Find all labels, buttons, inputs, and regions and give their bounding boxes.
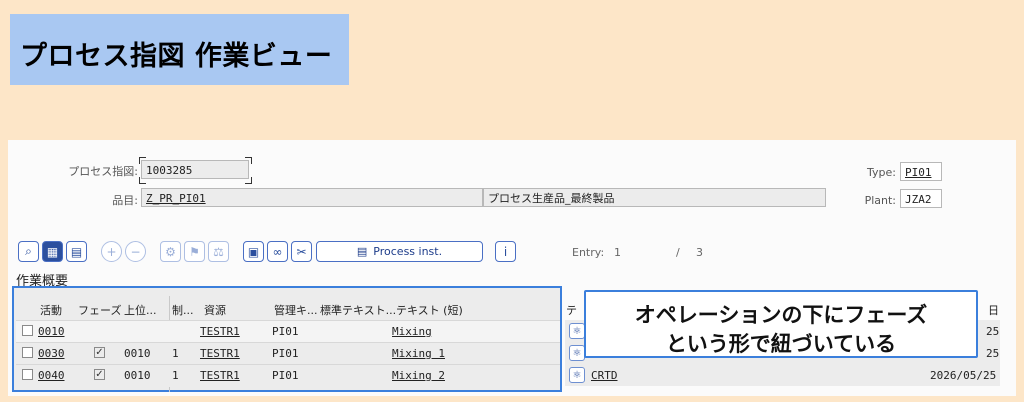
col-activity[interactable]: 活動 — [40, 302, 62, 318]
status-icon-1[interactable]: ⚛ — [569, 323, 585, 339]
row1-date: 25 — [986, 325, 1000, 338]
control-cell: 1 — [172, 347, 179, 360]
resource-cell[interactable]: TESTR1 — [200, 369, 240, 382]
mgmt-key-cell: PI01 — [272, 325, 299, 338]
row3-status[interactable]: CRTD — [591, 369, 618, 382]
order-field[interactable]: 1003285 — [141, 160, 249, 179]
right-header-date: 日 — [988, 304, 999, 317]
row-select-checkbox[interactable] — [22, 369, 33, 380]
flag-icon[interactable]: ⚑ — [184, 241, 205, 262]
material-field[interactable]: Z_PR_PI01 — [141, 188, 483, 207]
mgmt-key-cell: PI01 — [272, 347, 299, 360]
right-header-partial: テ — [566, 304, 577, 317]
overview-icon[interactable]: ▤ — [66, 241, 87, 262]
phase-checkbox: ✓ — [94, 347, 105, 358]
bracket-br — [245, 177, 252, 184]
row-select-checkbox[interactable] — [22, 325, 33, 336]
col-control[interactable]: 制... — [172, 302, 194, 318]
page-title: プロセス指図 作業ビュー — [20, 41, 333, 72]
entry-total: 3 — [696, 246, 703, 259]
activity-cell[interactable]: 0030 — [38, 347, 65, 360]
callout-line-2: という形で紐づいている — [665, 332, 897, 356]
row2-date: 25 — [986, 347, 1000, 360]
components-icon[interactable]: ⚙ — [160, 241, 181, 262]
col-mgmt-key[interactable]: 管理キ... — [274, 302, 318, 318]
activity-cell[interactable]: 0040 — [38, 369, 65, 382]
process-inst-label: Process inst. — [373, 245, 443, 258]
detail-icon[interactable]: ▦ — [42, 241, 63, 262]
info-icon[interactable]: i — [495, 241, 516, 262]
col-short-text[interactable]: テキスト (短) — [396, 302, 463, 318]
status-icon-2[interactable]: ⚛ — [569, 345, 585, 361]
plant-label: Plant: — [864, 194, 896, 207]
entry-label: Entry: — [572, 246, 605, 259]
parent-cell: 0010 — [124, 347, 151, 360]
table-row[interactable]: 0030 ✓ 0010 1 TESTR1 PI01 Mixing 1 — [16, 342, 560, 365]
table-row[interactable]: 0010 TESTR1 PI01 Mixing — [16, 320, 560, 343]
callout-line-1: オペレーションの下にフェーズ — [634, 303, 928, 327]
mgmt-key-cell: PI01 — [272, 369, 299, 382]
bracket-tl — [139, 157, 146, 164]
remove-icon[interactable]: − — [125, 241, 146, 262]
col-phase[interactable]: フェーズ — [78, 302, 121, 318]
plant-field[interactable]: JZA2 — [900, 189, 942, 208]
resource-cell[interactable]: TESTR1 — [200, 325, 240, 338]
link-icon[interactable]: ∞ — [267, 241, 288, 262]
activity-cell[interactable]: 0010 — [38, 325, 65, 338]
phase-checkbox: ✓ — [94, 369, 105, 380]
control-cell: 1 — [172, 369, 179, 382]
table-row[interactable]: 0040 ✓ 0010 1 TESTR1 PI01 Mixing 2 — [16, 364, 560, 387]
col-parent[interactable]: 上位... — [124, 302, 157, 318]
process-inst-icon: ▤ — [356, 245, 368, 258]
balance-icon[interactable]: ⚖ — [208, 241, 229, 262]
col-std-text[interactable]: 標準テキスト... — [320, 302, 396, 318]
short-text-cell[interactable]: Mixing — [392, 325, 432, 338]
tools-icon[interactable]: ✂ — [291, 241, 312, 262]
row3-date: 2026/05/25 — [930, 369, 997, 382]
document-icon[interactable]: ▣ — [243, 241, 264, 262]
row-select-checkbox[interactable] — [22, 347, 33, 358]
zoom-icon[interactable]: ⌕ — [18, 241, 39, 262]
type-field[interactable]: PI01 — [900, 162, 942, 181]
parent-cell: 0010 — [124, 369, 151, 382]
material-label: 品目: — [112, 194, 138, 207]
title-box: プロセス指図 作業ビュー — [10, 14, 349, 85]
entry-separator: / — [676, 246, 680, 259]
col-resource[interactable]: 資源 — [204, 302, 226, 318]
status-icon-3[interactable]: ⚛ — [569, 367, 585, 383]
resource-cell[interactable]: TESTR1 — [200, 347, 240, 360]
bracket-tr — [245, 157, 252, 164]
operations-table: 活動 フェーズ 上位... 制... 資源 管理キ... 標準テキスト... テ… — [12, 286, 562, 392]
entry-current: 1 — [614, 246, 621, 259]
type-label: Type: — [867, 166, 896, 179]
short-text-cell[interactable]: Mixing 1 — [392, 347, 445, 360]
process-inst-button[interactable]: ▤ Process inst. — [316, 241, 483, 262]
annotation-callout: オペレーションの下にフェーズ という形で紐づいている — [584, 290, 978, 358]
add-icon[interactable]: + — [101, 241, 122, 262]
order-label: プロセス指図: — [68, 165, 138, 178]
material-desc-field: プロセス生産品_最終製品 — [483, 188, 826, 207]
bracket-bl — [139, 177, 146, 184]
short-text-cell[interactable]: Mixing 2 — [392, 369, 445, 382]
